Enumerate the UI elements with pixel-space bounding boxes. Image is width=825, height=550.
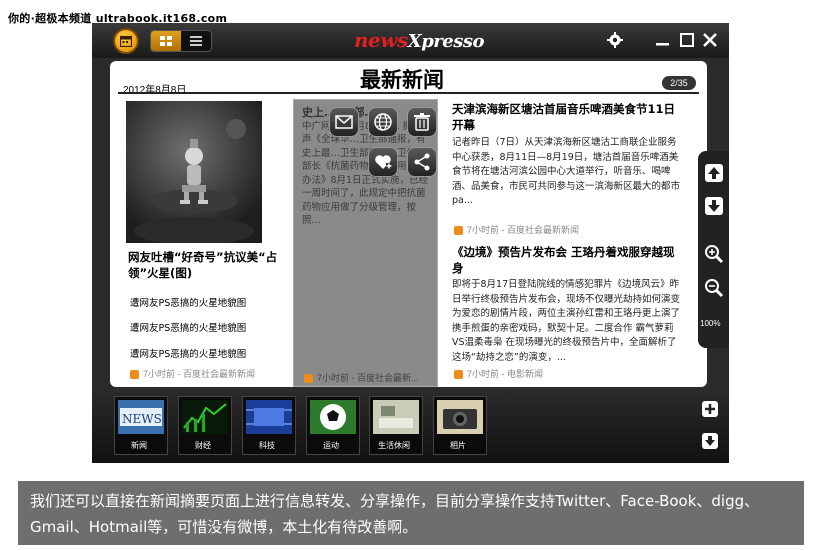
category-label: 相片 — [450, 441, 466, 450]
calendar-icon — [120, 35, 132, 47]
side-toolbar: 100% — [698, 151, 729, 348]
rss-icon — [454, 226, 463, 236]
category-lifestyle[interactable]: 生活休闲 — [369, 396, 423, 455]
col2-source-text: 7小时前 - 百度社会最新... — [317, 373, 419, 383]
header-divider — [118, 92, 699, 94]
col1-link-2[interactable]: 遭网友PS恶搞的火星地貌图 — [130, 320, 246, 334]
col1-link-1[interactable]: 遭网友PS恶搞的火星地貌图 — [130, 295, 246, 309]
col1-link-3[interactable]: 遭网友PS恶搞的火星地貌图 — [130, 346, 246, 360]
logo-main: news — [354, 28, 408, 52]
news-thumb-icon: NEWS — [118, 400, 164, 434]
col3-article2-body: 即将于8月17日登陆院线的情感犯罪片《边境风云》昨日举行终极预告片发布会，现场不… — [452, 279, 681, 363]
favorite-add-button[interactable] — [368, 147, 398, 177]
list-icon — [190, 36, 202, 46]
selected-article-card[interactable]: 史上… 国 部… 中广网北京8月8日消息 据之声《全球华…卫生部通报，有史上最…… — [293, 99, 438, 387]
grid-icon — [160, 36, 172, 46]
category-label: 新闻 — [131, 441, 147, 450]
close-icon[interactable] — [701, 31, 719, 49]
category-finance[interactable]: 财经 — [178, 396, 232, 455]
logo-sub: Xpresso — [407, 31, 485, 52]
zoom-level: 100% — [700, 319, 721, 328]
category-tech[interactable]: 科技 — [242, 396, 296, 455]
caption-box: 我们还可以直接在新闻摘要页面上进行信息转发、分享操作，目前分享操作支持Twitt… — [18, 481, 804, 545]
category-label: 科技 — [259, 441, 275, 450]
caption-text: 我们还可以直接在新闻摘要页面上进行信息转发、分享操作，目前分享操作支持Twitt… — [30, 492, 760, 536]
zoom-in-icon[interactable] — [704, 244, 724, 264]
web-share-button[interactable] — [368, 107, 398, 137]
martian-figure-image — [134, 119, 254, 243]
col3-article1-title[interactable]: 天津滨海新区塘沽首届音乐啤酒美食节11日开幕 — [452, 101, 682, 133]
col1-source: 7小时前 - 百度社会最新新闻 — [130, 367, 255, 380]
page-indicator: 2/35 — [662, 76, 696, 90]
list-view-button[interactable] — [181, 31, 211, 51]
maximize-icon[interactable] — [678, 31, 696, 49]
delete-button[interactable] — [407, 107, 437, 137]
finance-thumb-icon — [182, 400, 228, 434]
col1-headline[interactable]: 网友吐槽“好奇号”抗议美“占领”火星(图) — [128, 249, 278, 281]
category-photos[interactable]: 相片 — [433, 396, 487, 455]
col3-article2-title[interactable]: 《边境》预告片发布会 王珞丹着戏服穿越现身 — [452, 244, 682, 276]
col3-article2-source-text: 7小时前 - 电影新闻 — [467, 369, 544, 379]
col2-source: 7小时前 - 百度社会最新... — [304, 371, 419, 384]
rss-icon — [454, 370, 463, 380]
col3-article1-source: 7小时前 - 百度社会最新新闻 — [454, 223, 579, 236]
email-share-button[interactable] — [329, 107, 359, 137]
grid-view-button[interactable] — [151, 31, 181, 51]
page-down-icon[interactable] — [704, 196, 724, 216]
heart-plus-icon — [375, 155, 392, 169]
col3-article1-body: 记者昨日（7日）从天津滨海新区塘沽工商联企业服务中心获悉，8月11日—8月19日… — [452, 137, 681, 206]
col1-source-text: 7小时前 - 百度社会最新新闻 — [143, 369, 256, 379]
trash-icon — [414, 113, 430, 131]
scroll-down-icon[interactable] — [701, 432, 719, 450]
category-label: 财经 — [195, 441, 211, 450]
sports-thumb-icon — [310, 400, 356, 434]
bookmark-add-icon[interactable] — [701, 400, 719, 418]
title-bar: newsXpresso — [92, 23, 729, 58]
page-title: 最新新闻 — [360, 68, 444, 92]
app-logo: newsXpresso — [354, 28, 485, 52]
tech-thumb-icon — [246, 400, 292, 434]
rss-icon — [304, 374, 313, 384]
share-button[interactable] — [407, 147, 437, 177]
lifestyle-thumb-icon — [373, 400, 419, 434]
mars-photo[interactable] — [126, 101, 262, 243]
share-icon — [414, 153, 430, 171]
email-icon — [335, 115, 353, 129]
rss-icon — [130, 370, 139, 380]
category-news[interactable]: NEWS 新闻 — [114, 396, 168, 455]
category-label: 生活休闲 — [378, 441, 410, 450]
app-window: newsXpresso 2012年8月8日 最新新闻 2/35 网友吐槽“好奇号… — [92, 23, 729, 463]
zoom-out-icon[interactable] — [704, 278, 724, 298]
view-toggle — [150, 30, 212, 52]
gear-icon[interactable] — [606, 31, 624, 49]
photo-thumb-icon — [437, 400, 483, 434]
news-page: 2012年8月8日 最新新闻 2/35 网友吐槽“好奇号”抗议美“占领”火星(图… — [110, 61, 707, 387]
svg-text:NEWS: NEWS — [122, 412, 162, 426]
page-up-icon[interactable] — [704, 163, 724, 183]
calendar-button[interactable] — [113, 28, 139, 54]
globe-icon — [374, 113, 392, 131]
category-bar: NEWS 新闻 财经 科技 运动 生活休闲 相片 — [92, 391, 729, 463]
col3-article1-source-text: 7小时前 - 百度社会最新新闻 — [467, 225, 580, 235]
category-sports[interactable]: 运动 — [306, 396, 360, 455]
minimize-icon[interactable] — [654, 31, 672, 49]
category-label: 运动 — [323, 441, 339, 450]
col3-article2-source: 7小时前 - 电影新闻 — [454, 367, 543, 380]
